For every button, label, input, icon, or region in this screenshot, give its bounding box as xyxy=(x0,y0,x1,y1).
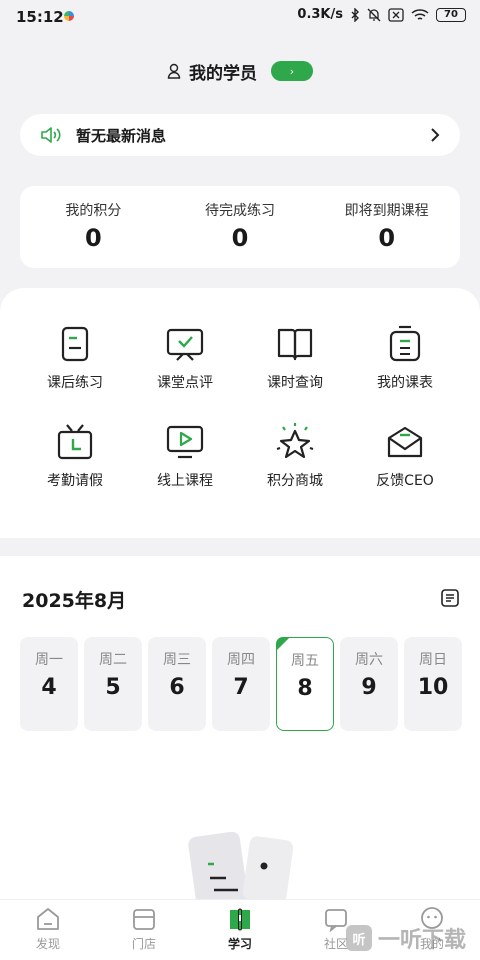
stats-card: 我的积分 0 待完成练习 0 即将到期课程 0 xyxy=(20,186,460,268)
day-name: 周日 xyxy=(419,652,447,668)
menu-label: 反馈CEO xyxy=(376,473,434,489)
watermark: 听 一听下载 xyxy=(345,922,466,954)
day-cell-tue[interactable]: 周二 5 xyxy=(84,637,142,731)
stat-value: 0 xyxy=(231,224,249,252)
attendance-icon xyxy=(57,424,93,460)
tab-discover[interactable]: 发现 xyxy=(0,900,96,960)
tab-study[interactable]: 学习 xyxy=(192,900,288,960)
day-number: 4 xyxy=(41,675,57,700)
day-name: 周二 xyxy=(99,652,127,668)
menu-label: 积分商城 xyxy=(267,473,323,489)
empty-state-illustration xyxy=(188,831,294,904)
user-icon xyxy=(167,63,181,79)
app-notification-icon xyxy=(64,11,74,21)
menu-item-feedback-ceo[interactable]: 反馈CEO xyxy=(350,422,460,490)
feature-menu: 课后练习 课堂点评 课时查询 我的课表 考勤请假 线上课程 积分商城 反馈CEO xyxy=(0,288,480,538)
stat-points[interactable]: 我的积分 0 xyxy=(20,186,167,268)
day-cell-mon[interactable]: 周一 4 xyxy=(20,637,78,731)
chevron-right-icon xyxy=(431,128,440,142)
discover-icon xyxy=(37,908,59,930)
homework-icon xyxy=(61,326,89,362)
menu-label: 线上课程 xyxy=(157,473,213,489)
menu-item-points-mall[interactable]: 积分商城 xyxy=(240,422,350,490)
stat-value: 0 xyxy=(84,224,102,252)
week-day-strip: 周一 4 周二 5 周三 6 周四 7 周五 8 周六 9 周日 10 xyxy=(20,637,462,731)
menu-item-my-schedule[interactable]: 我的课表 xyxy=(350,324,460,392)
sim-icon xyxy=(388,7,404,22)
day-name: 周五 xyxy=(291,653,319,669)
stat-pending-exercises[interactable]: 待完成练习 0 xyxy=(167,186,314,268)
status-icons: 0.3K/s 70 xyxy=(297,7,466,22)
stat-expiring-courses[interactable]: 即将到期课程 0 xyxy=(313,186,460,268)
study-icon xyxy=(230,908,250,931)
day-cell-fri-selected[interactable]: 周五 8 xyxy=(276,637,334,731)
review-icon xyxy=(166,328,204,361)
menu-label: 课时查询 xyxy=(267,375,323,391)
online-course-icon xyxy=(166,425,204,459)
day-cell-wed[interactable]: 周三 6 xyxy=(148,637,206,731)
header: 我的学员 › xyxy=(0,56,480,86)
day-number: 6 xyxy=(169,675,185,700)
feedback-icon xyxy=(387,426,423,458)
calendar-month-title: 2025年8月 xyxy=(22,590,127,612)
tab-label: 发现 xyxy=(35,937,60,951)
switch-student-button[interactable]: › xyxy=(271,61,313,81)
stat-value: 0 xyxy=(378,224,396,252)
menu-label: 课后练习 xyxy=(47,375,103,391)
day-number: 8 xyxy=(297,676,313,701)
day-cell-sun[interactable]: 周日 10 xyxy=(404,637,462,731)
stat-label: 即将到期课程 xyxy=(344,203,429,219)
stat-label: 待完成练习 xyxy=(205,203,275,219)
book-icon xyxy=(277,328,313,361)
page-title[interactable]: 我的学员 xyxy=(189,59,257,84)
menu-item-online-course[interactable]: 线上课程 xyxy=(130,422,240,490)
day-name: 周四 xyxy=(227,652,255,668)
day-number: 10 xyxy=(417,675,449,700)
status-bar: 15:12 0.3K/s 70 xyxy=(0,0,480,34)
battery-icon: 70 xyxy=(436,7,466,22)
network-speed: 0.3K/s xyxy=(297,7,343,22)
bell-muted-icon xyxy=(367,8,381,21)
calendar-list-icon[interactable] xyxy=(440,588,460,608)
watermark-logo-icon: 听 xyxy=(345,925,372,951)
day-number: 5 xyxy=(105,675,121,700)
watermark-text: 一听下载 xyxy=(377,928,466,953)
notice-bar[interactable]: 暂无最新消息 xyxy=(20,114,460,156)
menu-item-attendance-leave[interactable]: 考勤请假 xyxy=(20,422,130,490)
tab-store[interactable]: 门店 xyxy=(96,900,192,960)
day-cell-sat[interactable]: 周六 9 xyxy=(340,637,398,731)
day-number: 9 xyxy=(361,675,377,700)
menu-label: 考勤请假 xyxy=(47,473,103,489)
schedule-icon xyxy=(389,325,421,362)
wifi-icon xyxy=(411,8,429,20)
day-name: 周六 xyxy=(355,652,383,668)
day-number: 7 xyxy=(233,675,249,700)
notice-text: 暂无最新消息 xyxy=(76,126,167,145)
store-icon xyxy=(133,909,155,930)
day-name: 周一 xyxy=(35,652,63,668)
menu-item-lesson-query[interactable]: 课时查询 xyxy=(240,324,350,392)
menu-item-homework[interactable]: 课后练习 xyxy=(20,324,130,392)
menu-label: 课堂点评 xyxy=(157,375,213,391)
stat-label: 我的积分 xyxy=(65,203,122,219)
menu-item-class-review[interactable]: 课堂点评 xyxy=(130,324,240,392)
day-name: 周三 xyxy=(163,652,191,668)
status-time: 15:12 xyxy=(16,8,64,26)
menu-label: 我的课表 xyxy=(377,375,433,391)
points-mall-icon xyxy=(276,423,314,459)
speaker-icon xyxy=(41,127,61,143)
tab-label: 学习 xyxy=(227,937,252,951)
bluetooth-icon xyxy=(351,7,359,22)
tab-label: 门店 xyxy=(131,937,156,951)
day-cell-thu[interactable]: 周四 7 xyxy=(212,637,270,731)
